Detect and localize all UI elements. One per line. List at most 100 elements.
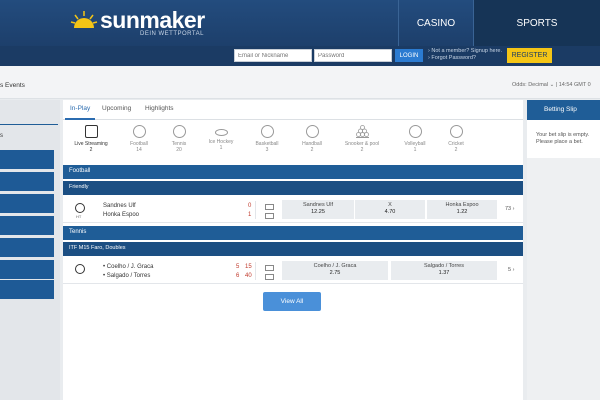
sport-count: 20 (176, 147, 182, 153)
view-all-button[interactable]: View All (263, 292, 321, 311)
password-field[interactable] (314, 49, 392, 62)
away-set-score: 6 (236, 273, 240, 279)
odds-button-away[interactable]: Honka Espoo 1.22 (427, 200, 497, 219)
sport-basketball[interactable]: Basketball 3 (246, 125, 288, 153)
odds-button-draw[interactable]: X 4.70 (355, 200, 425, 219)
odds-value: 12.25 (311, 209, 325, 215)
nav-sports[interactable]: SPORTS (473, 0, 600, 46)
brand-tagline: DEIN WETTPORTAL (140, 31, 204, 37)
sidebar-item[interactable] (0, 216, 54, 235)
odds-time-bar: Odds: Decimal ⌄ | 14:54 GMT 0 (512, 82, 591, 88)
odds-button-home[interactable]: Coelho / J. Graca 2.75 (282, 261, 388, 280)
sport-count: 3 (265, 147, 269, 153)
login-button[interactable]: LOGIN (395, 49, 423, 62)
row-divider (255, 262, 256, 280)
odds-value: 1.37 (438, 270, 450, 276)
tennis-icon (75, 264, 85, 274)
volleyball-icon (408, 125, 422, 138)
home-team: Sandnes Ulf (103, 203, 136, 209)
sport-snooker[interactable]: Snooker & pool 2 (341, 125, 383, 153)
sun-logo-icon (70, 11, 98, 28)
handball-icon (305, 125, 319, 138)
more-markets-link[interactable]: 73 › (505, 206, 514, 212)
snooker-icon (355, 125, 369, 138)
clock: | 14:54 GMT 0 (555, 82, 591, 88)
signup-link[interactable]: › Not a member? Signup here. (428, 48, 502, 55)
football-icon (75, 203, 85, 213)
odds-label: Salgado / Torres (424, 263, 464, 269)
sport-cricket[interactable]: Cricket 2 (435, 125, 477, 153)
sport-count: 2 (310, 147, 314, 153)
inplay-tabs: In-Play Upcoming Highlights (63, 100, 523, 120)
odds-label: X (388, 202, 392, 208)
odds-value: 2.75 (329, 270, 341, 276)
sport-football[interactable]: Football 14 (118, 125, 160, 153)
sport-handball[interactable]: Handball 2 (291, 125, 333, 153)
home-team: • Coelho / J. Graca (103, 264, 154, 270)
sport-volleyball[interactable]: Volleyball 1 (394, 125, 436, 153)
odds-label: Honka Espoo (445, 202, 479, 208)
event-row[interactable]: HT Sandnes Ulf Honka Espoo 0 1 Sandnes U… (63, 197, 523, 223)
stats-icon[interactable] (265, 265, 274, 271)
odds-label: Sandnes Ulf (303, 202, 333, 208)
sport-ice-hockey[interactable]: Ice Hockey 1 (200, 125, 242, 151)
football-icon (132, 125, 146, 138)
nav-casino[interactable]: CASINO (398, 0, 473, 46)
home-score: 0 (248, 203, 252, 209)
odds-label: Coelho / J. Graca (313, 263, 357, 269)
tab-highlights[interactable]: Highlights (145, 105, 174, 112)
away-game-score: 40 (245, 273, 252, 279)
left-divider (0, 124, 58, 125)
section-header-tennis[interactable]: Tennis (63, 226, 523, 240)
sidebar-item[interactable] (0, 194, 54, 213)
sport-count: 2 (454, 147, 458, 153)
sidebar-item[interactable] (0, 150, 54, 169)
tab-upcoming[interactable]: Upcoming (102, 105, 131, 112)
live-stream-icon[interactable] (265, 274, 274, 280)
stats-icon[interactable] (265, 204, 274, 210)
league-header-itf[interactable]: ITF M15 Faro, Doubles (63, 242, 523, 256)
main-panel: In-Play Upcoming Highlights Live Streami… (63, 100, 523, 400)
league-header-friendly[interactable]: Friendly (63, 181, 523, 195)
sub-toolbar (0, 66, 600, 99)
live-streaming-icon (84, 125, 98, 138)
section-header-football[interactable]: Football (63, 165, 523, 179)
odds-value: 1.22 (456, 209, 468, 215)
sport-tennis[interactable]: Tennis 20 (158, 125, 200, 153)
active-tab-indicator (65, 118, 95, 120)
sport-count: 14 (136, 147, 142, 153)
home-set-score: 5 (236, 264, 240, 270)
sidebar-item[interactable] (0, 172, 54, 191)
login-bar: LOGIN › Not a member? Signup here. › For… (0, 46, 600, 66)
betting-slip-empty-text: Your bet slip is empty. Please place a b… (527, 120, 600, 158)
register-button[interactable]: REGISTER (507, 48, 552, 63)
forgot-password-link[interactable]: › Forgot Password? (428, 55, 502, 62)
tennis-icon (172, 125, 186, 138)
brand-logo[interactable]: sunmaker (70, 9, 205, 32)
odds-format-select[interactable]: Odds: Decimal ⌄ (512, 82, 554, 88)
live-stream-icon[interactable] (265, 213, 274, 219)
odds-button-home[interactable]: Sandnes Ulf 12.25 (282, 200, 354, 219)
basketball-icon (260, 125, 274, 138)
sport-count: 1 (413, 147, 417, 153)
event-row[interactable]: • Coelho / J. Graca • Salgado / Torres 5… (63, 258, 523, 284)
ice-hockey-icon (214, 129, 228, 136)
betting-slip: Betting Slip Your bet slip is empty. Ple… (527, 100, 600, 400)
odds-button-away[interactable]: Salgado / Torres 1.37 (391, 261, 497, 280)
sport-count: 2 (89, 147, 93, 153)
sport-count: 2 (360, 147, 364, 153)
events-label[interactable]: s Events (0, 82, 25, 89)
more-markets-link[interactable]: 5 › (508, 267, 514, 273)
sidebar-item[interactable] (0, 238, 54, 257)
sport-count: 1 (219, 145, 223, 151)
betting-slip-title[interactable]: Betting Slip (527, 100, 600, 120)
home-game-score: 15 (245, 264, 252, 270)
sidebar-item[interactable] (0, 280, 54, 299)
sidebar-item[interactable] (0, 260, 54, 279)
odds-value: 4.70 (384, 209, 396, 215)
sport-live-streaming[interactable]: Live Streaming 2 (70, 125, 112, 153)
away-team: • Salgado / Torres (103, 273, 151, 279)
cricket-icon (449, 125, 463, 138)
tab-in-play[interactable]: In-Play (70, 105, 90, 112)
email-field[interactable] (234, 49, 312, 62)
